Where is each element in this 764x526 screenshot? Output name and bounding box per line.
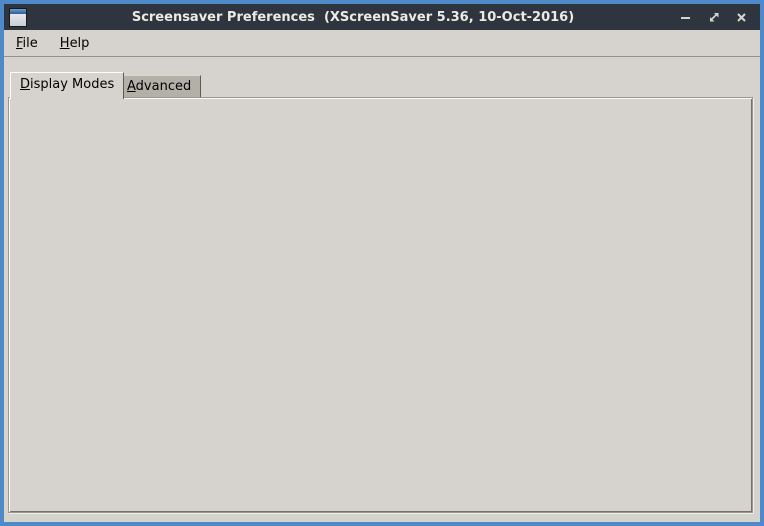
window-controls: [679, 11, 748, 24]
display-modes-panel: [8, 97, 753, 513]
title-bar[interactable]: Screensaver Preferences (XScreenSaver 5.…: [4, 4, 760, 30]
tab-display-modes[interactable]: Display Modes: [10, 72, 124, 99]
minimize-icon: [680, 12, 691, 23]
maximize-button[interactable]: [707, 11, 720, 24]
content-area: Display Modes Advanced Mode: Only One Sc…: [4, 57, 760, 522]
xscreensaver-window: Screensaver Preferences (XScreenSaver 5.…: [0, 0, 764, 526]
close-icon: [736, 12, 747, 23]
close-button[interactable]: [735, 11, 748, 24]
menu-help[interactable]: Help: [50, 33, 100, 54]
window-icon: [9, 8, 27, 27]
menu-bar: File Help: [4, 30, 760, 57]
minimize-button[interactable]: [679, 11, 692, 24]
maximize-icon: [708, 11, 720, 23]
menu-file[interactable]: File: [6, 33, 48, 54]
tab-advanced[interactable]: Advanced: [117, 75, 201, 98]
window-title: Screensaver Preferences (XScreenSaver 5.…: [27, 10, 679, 25]
